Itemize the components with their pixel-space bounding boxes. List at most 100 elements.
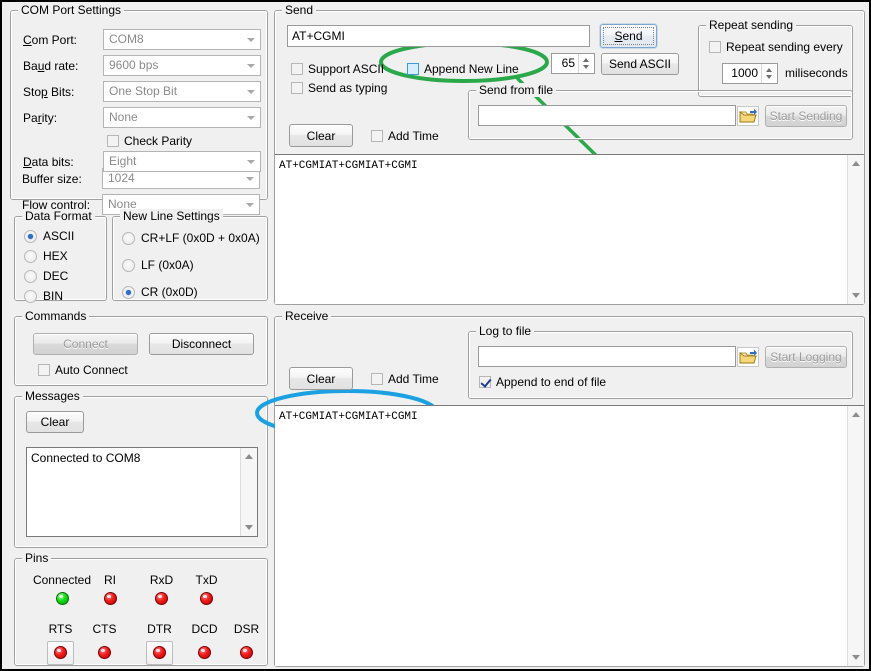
data-bits-label: Data bits: <box>23 155 74 169</box>
scroll-down-icon[interactable] <box>852 293 860 298</box>
pins-title: Pins <box>22 551 51 565</box>
receive-group: Receive Clear Add Time Log to file <box>274 316 865 667</box>
scroll-up-icon[interactable] <box>852 161 860 166</box>
messages-textarea[interactable]: Connected to COM8 <box>26 447 258 537</box>
radio-newline-cr[interactable]: CR (0x0D) <box>122 285 198 299</box>
scroll-up-icon[interactable] <box>852 412 860 417</box>
checkbox-box <box>291 63 303 75</box>
com-port-settings-title: COM Port Settings <box>18 3 124 17</box>
folder-open-icon[interactable] <box>737 106 759 126</box>
log-file-path-input[interactable] <box>478 346 736 367</box>
support-ascii-checkbox[interactable]: Support ASCII <box>291 62 384 76</box>
start-logging-button[interactable]: Start Logging <box>765 346 847 368</box>
send-history-scrollbar[interactable] <box>847 155 864 304</box>
send-clear-label: Clear <box>307 129 336 143</box>
chevron-down-icon <box>243 56 260 75</box>
send-ascii-button[interactable]: Send ASCII <box>601 53 679 75</box>
stop-bits-select[interactable]: One Stop Bit <box>103 81 261 102</box>
stop-bits-label: Stop Bits: <box>23 85 74 99</box>
radio-newline-crlf[interactable]: CR+LF (0x0D + 0x0A) <box>122 231 260 245</box>
ascii-code-value: 65 <box>552 54 578 73</box>
data-format-title: Data Format <box>22 209 95 223</box>
new-line-settings-group: New Line Settings CR+LF (0x0D + 0x0A) LF… <box>112 216 268 301</box>
disconnect-label: Disconnect <box>172 337 231 351</box>
radio-label: LF (0x0A) <box>141 258 194 272</box>
start-sending-button[interactable]: Start Sending <box>765 105 847 127</box>
append-new-line-checkbox[interactable]: Append New Line <box>407 62 519 76</box>
start-sending-label: Start Sending <box>770 109 843 123</box>
spinner-buttons[interactable] <box>578 54 594 73</box>
pin-led-txd <box>200 592 213 605</box>
pin-label-rxd: RxD <box>139 573 184 587</box>
auto-connect-checkbox[interactable]: Auto Connect <box>38 363 128 377</box>
receive-add-time-checkbox[interactable]: Add Time <box>371 372 439 386</box>
checkbox-box <box>407 63 419 75</box>
messages-scrollbar[interactable] <box>240 448 257 536</box>
parity-value: None <box>109 110 138 124</box>
radio-dot <box>24 290 37 303</box>
receive-title: Receive <box>282 309 331 323</box>
data-bits-select[interactable]: Eight <box>103 151 261 172</box>
checkbox-box <box>371 130 383 142</box>
scroll-down-icon[interactable] <box>852 655 860 660</box>
radio-data-format-ascii[interactable]: ASCII <box>24 229 74 243</box>
radio-dot <box>24 230 37 243</box>
parity-label: Parity: <box>23 111 57 125</box>
radio-data-format-hex[interactable]: HEX <box>24 249 68 263</box>
parity-select[interactable]: None <box>103 107 261 128</box>
send-button[interactable]: Send <box>600 24 657 48</box>
spinner-down-icon[interactable] <box>766 75 772 79</box>
append-to-end-checkbox[interactable]: Append to end of file <box>479 375 606 389</box>
connect-button[interactable]: Connect <box>33 333 138 355</box>
pin-led-dcd <box>198 646 211 659</box>
focus-ring <box>603 27 654 45</box>
data-bits-value: Eight <box>109 154 136 168</box>
folder-open-icon[interactable] <box>737 347 759 367</box>
append-to-end-label: Append to end of file <box>496 375 606 389</box>
spinner-buttons[interactable] <box>761 64 777 83</box>
serial-terminal-window: COM Port Settings Com Port: COM8 Baud ra… <box>0 0 871 671</box>
check-parity-checkbox[interactable]: Check Parity <box>107 134 192 148</box>
repeat-sending-group: Repeat sending Repeat sending every 1000… <box>698 25 853 97</box>
append-new-line-label: Append New Line <box>424 62 519 76</box>
chevron-down-icon <box>243 30 260 49</box>
radio-dot <box>24 270 37 283</box>
radio-data-format-dec[interactable]: DEC <box>24 269 68 283</box>
chevron-down-icon <box>243 82 260 101</box>
receive-output-textarea[interactable]: AT+CGMIAT+CGMIAT+CGMI <box>275 405 864 666</box>
receive-output-scrollbar[interactable] <box>847 406 864 666</box>
receive-clear-button[interactable]: Clear <box>289 367 353 390</box>
spinner-down-icon[interactable] <box>583 65 589 69</box>
send-clear-button[interactable]: Clear <box>289 124 353 147</box>
baud-rate-select[interactable]: 9600 bps <box>103 55 261 76</box>
send-group: Send AT+CGMI Send Support ASCII Append N… <box>274 10 865 305</box>
radio-label: HEX <box>43 249 68 263</box>
com-port-select[interactable]: COM8 <box>103 29 261 50</box>
spinner-up-icon[interactable] <box>766 68 772 72</box>
commands-group: Commands Connect Disconnect Auto Connect <box>14 316 268 386</box>
scroll-up-icon[interactable] <box>245 454 253 459</box>
pin-label-rts: RTS <box>38 622 83 636</box>
com-port-value: COM8 <box>109 32 144 46</box>
radio-newline-lf[interactable]: LF (0x0A) <box>122 258 194 272</box>
send-file-path-input[interactable] <box>478 105 736 126</box>
baud-rate-label: Baud rate: <box>23 59 78 73</box>
messages-clear-button[interactable]: Clear <box>26 411 84 433</box>
disconnect-button[interactable]: Disconnect <box>149 333 254 355</box>
radio-dot <box>122 232 135 245</box>
send-input[interactable]: AT+CGMI <box>287 25 590 47</box>
spinner-up-icon[interactable] <box>583 58 589 62</box>
send-add-time-checkbox[interactable]: Add Time <box>371 129 439 143</box>
ascii-code-spinner[interactable]: 65 <box>551 53 595 74</box>
commands-title: Commands <box>22 309 89 323</box>
pin-label-dcd: DCD <box>182 622 227 636</box>
send-history-textarea[interactable]: AT+CGMIAT+CGMIAT+CGMI <box>275 154 864 304</box>
pin-led-rts <box>54 646 67 659</box>
scroll-down-icon[interactable] <box>245 525 253 530</box>
radio-data-format-bin[interactable]: BIN <box>24 289 63 303</box>
send-as-typing-checkbox[interactable]: Send as typing <box>291 81 387 95</box>
log-to-file-group: Log to file Start Logging <box>468 331 853 399</box>
repeat-sending-checkbox[interactable]: Repeat sending every <box>709 40 843 54</box>
repeat-interval-spinner[interactable]: 1000 <box>722 63 778 84</box>
radio-label: ASCII <box>43 229 74 243</box>
